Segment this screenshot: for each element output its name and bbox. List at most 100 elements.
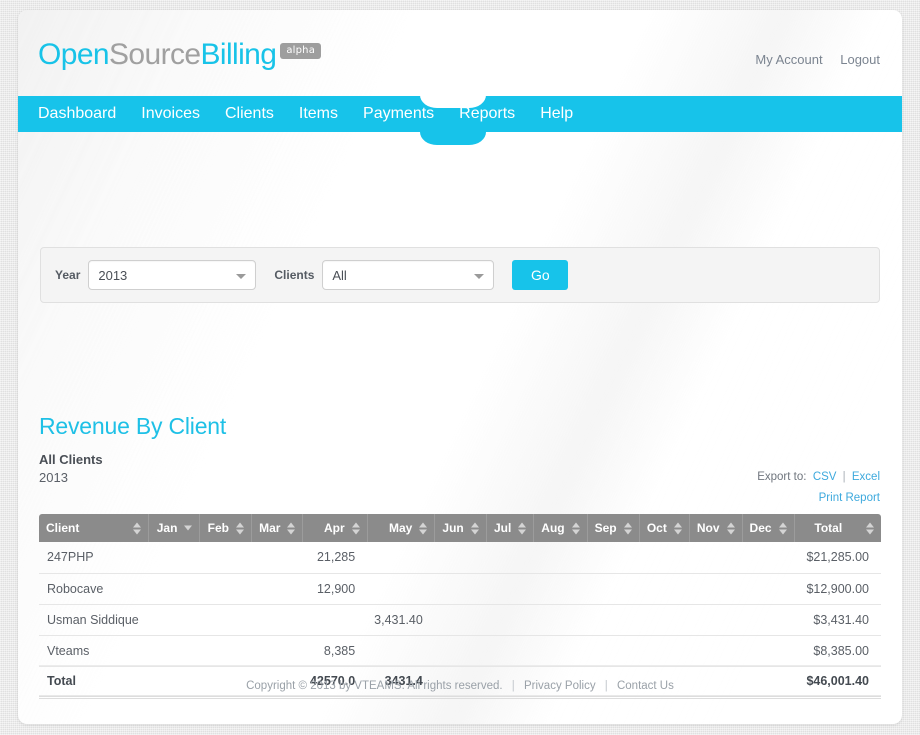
table-header-row: Client Jan Feb Mar Apr May Jun Jul Aug S…	[39, 514, 881, 542]
sort-icon-jul[interactable]	[518, 522, 527, 535]
sort-icon-feb[interactable]	[235, 522, 245, 535]
cell-aug	[533, 542, 588, 574]
col-header-feb[interactable]: Feb	[199, 514, 252, 542]
active-tab-notch-bottom	[420, 132, 486, 145]
col-label-may: May	[389, 521, 413, 535]
col-label-client: Client	[46, 521, 80, 535]
chevron-down-icon	[474, 274, 485, 279]
cell-aug	[533, 604, 588, 636]
app-logo[interactable]: OpenSourceBilling alpha	[38, 38, 322, 72]
col-label-feb: Feb	[207, 521, 229, 535]
cell-mar	[251, 573, 303, 605]
sort-icon-oct[interactable]	[673, 522, 683, 535]
cell-jan	[148, 604, 200, 636]
col-header-sep[interactable]: Sep	[587, 514, 640, 542]
cell-dec	[742, 542, 795, 574]
sort-icon-sep[interactable]	[623, 522, 633, 535]
report-subtitle-year: 2013	[39, 470, 68, 485]
clients-label: Clients	[274, 268, 315, 282]
cell-jun	[434, 542, 487, 574]
print-report-link[interactable]: Print Report	[819, 492, 880, 504]
cell-apr: 12,900	[302, 573, 368, 605]
logout-link[interactable]: Logout	[840, 52, 880, 67]
year-select[interactable]: 2013	[88, 260, 257, 290]
cell-jan	[148, 635, 200, 667]
col-header-client[interactable]: Client	[39, 514, 150, 542]
sort-icon-dec[interactable]	[778, 522, 788, 535]
nav-item-items[interactable]: Items	[299, 96, 338, 132]
col-header-aug[interactable]: Aug	[533, 514, 588, 542]
export-excel-link[interactable]: Excel	[852, 471, 880, 483]
logo-part-billing: Billing	[200, 38, 277, 71]
logo-part-source: Source	[109, 38, 201, 71]
privacy-policy-link[interactable]: Privacy Policy	[524, 680, 596, 692]
my-account-link[interactable]: My Account	[755, 52, 822, 67]
col-label-jul: Jul	[493, 521, 512, 535]
sort-icon-aug[interactable]	[571, 522, 581, 535]
export-csv-link[interactable]: CSV	[813, 471, 837, 483]
col-header-mar[interactable]: Mar	[251, 514, 304, 542]
col-label-total: Total	[814, 521, 843, 535]
col-header-jan[interactable]: Jan	[148, 514, 201, 542]
cell-oct	[639, 604, 690, 636]
col-header-oct[interactable]: Oct	[639, 514, 690, 542]
col-header-jul[interactable]: Jul	[486, 514, 535, 542]
export-links: Export to: CSV | Excel	[757, 471, 880, 483]
nav-list: Dashboard Invoices Clients Items Payment…	[38, 96, 573, 132]
table-row[interactable]: 247PHP 21,285 $21,285.00	[39, 542, 881, 574]
cell-nov	[689, 604, 743, 636]
sort-icon-nov[interactable]	[726, 522, 736, 535]
cell-client: Robocave	[39, 573, 149, 605]
cell-jun	[434, 635, 487, 667]
go-button[interactable]: Go	[512, 260, 569, 290]
cell-client: Usman Siddique	[39, 604, 149, 636]
cell-may	[367, 542, 435, 574]
report-subtitle-clients: All Clients	[39, 452, 103, 467]
clients-select-value: All	[332, 267, 347, 283]
sort-icon-client[interactable]	[133, 522, 142, 535]
cell-jul	[486, 604, 534, 636]
nav-item-dashboard[interactable]: Dashboard	[38, 96, 116, 132]
cell-jun	[434, 573, 487, 605]
page-title: Revenue By Client	[39, 413, 227, 439]
sort-icon-apr[interactable]	[351, 522, 361, 535]
table-row[interactable]: Robocave 12,900 $12,900.00	[39, 573, 881, 605]
cell-may	[367, 635, 435, 667]
sort-icon-mar[interactable]	[287, 522, 296, 535]
col-label-apr: Apr	[324, 521, 345, 535]
col-header-may[interactable]: May	[367, 514, 436, 542]
col-header-jun[interactable]: Jun	[434, 514, 487, 542]
col-header-nov[interactable]: Nov	[689, 514, 743, 542]
cell-client: 247PHP	[39, 542, 149, 574]
cell-jul	[486, 635, 534, 667]
col-header-apr[interactable]: Apr	[302, 514, 368, 542]
col-label-oct: Oct	[646, 521, 667, 535]
sort-icon-jun[interactable]	[470, 522, 480, 535]
nav-item-invoices[interactable]: Invoices	[141, 96, 200, 132]
table-row[interactable]: Usman Siddique 3,431.40 $3,431.40	[39, 604, 881, 636]
contact-us-link[interactable]: Contact Us	[617, 680, 674, 692]
col-label-nov: Nov	[696, 521, 720, 535]
year-select-value: 2013	[98, 267, 128, 283]
sort-icon-total[interactable]	[866, 522, 875, 535]
col-header-dec[interactable]: Dec	[742, 514, 795, 542]
header-links: My Account Logout	[741, 52, 880, 67]
nav-item-clients[interactable]: Clients	[225, 96, 274, 132]
cell-jul	[486, 542, 534, 574]
col-label-jan: Jan	[156, 521, 178, 535]
clients-select[interactable]: All	[322, 260, 495, 290]
footer-separator-2: |	[604, 680, 608, 692]
cell-dec	[742, 635, 795, 667]
cell-oct	[639, 635, 690, 667]
footer-copyright: Copyright © 2013 by VTEAMS. All rights r…	[246, 680, 503, 692]
nav-item-help[interactable]: Help	[540, 96, 573, 132]
table-row[interactable]: Vteams 8,385 $8,385.00	[39, 635, 881, 667]
col-header-total[interactable]: Total	[794, 514, 881, 542]
col-label-aug: Aug	[541, 521, 565, 535]
alpha-badge: alpha	[280, 43, 322, 59]
sort-icon-may[interactable]	[419, 522, 428, 535]
cell-feb	[199, 573, 252, 605]
sort-icon-jan-active[interactable]	[184, 522, 193, 535]
chevron-down-icon	[236, 274, 247, 279]
year-label: Year	[55, 268, 81, 282]
